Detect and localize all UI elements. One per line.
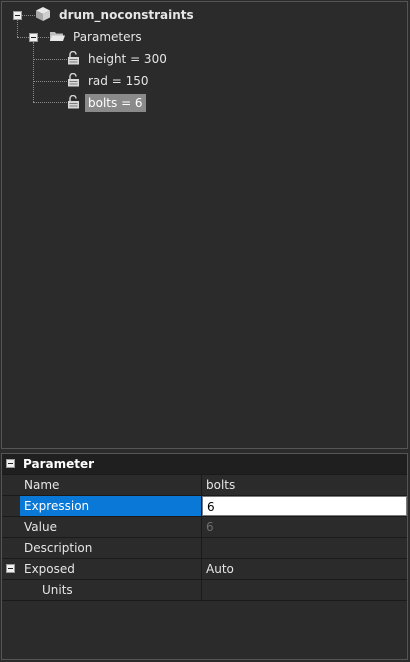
property-name: Name: [20, 475, 202, 495]
property-grid-panel: Parameter Name bolts Expression 6 Value …: [1, 453, 408, 660]
grid-gutter: [2, 580, 20, 600]
root-collapse-toggle[interactable]: [13, 11, 22, 20]
tree-connector: [17, 37, 29, 38]
tree-connector: [21, 15, 35, 16]
exposed-collapse-toggle[interactable]: [6, 564, 15, 573]
grid-gutter: [2, 517, 20, 537]
tree-connector: [33, 102, 67, 103]
property-value-units[interactable]: [202, 580, 407, 600]
folder-collapse-toggle[interactable]: [29, 33, 38, 42]
tree-connector: [33, 59, 67, 60]
tree-connector: [33, 81, 67, 82]
unlocked-padlock-icon: [67, 72, 80, 90]
property-row-description[interactable]: Description: [2, 538, 407, 559]
tree-root-label: drum_noconstraints: [59, 8, 194, 22]
tree-item-bolts[interactable]: bolts = 6: [67, 94, 146, 112]
property-value-readonly: 6: [206, 520, 214, 534]
unlocked-padlock-icon: [67, 50, 80, 68]
property-row-value[interactable]: Value 6: [2, 517, 407, 538]
model-tree-panel[interactable]: drum_noconstraints Parameters height = 3…: [1, 1, 408, 449]
app-root: drum_noconstraints Parameters height = 3…: [0, 0, 410, 662]
category-label: Parameter: [23, 457, 95, 471]
tree-item-height[interactable]: height = 300: [67, 50, 170, 68]
tree-item-label: bolts = 6: [85, 94, 146, 112]
property-value-exposed[interactable]: Auto: [202, 559, 407, 579]
property-name: Units: [20, 580, 202, 600]
property-name: Exposed: [20, 559, 202, 579]
unlocked-padlock-icon: [67, 94, 80, 112]
grid-gutter: [2, 538, 20, 558]
tree-connector: [33, 42, 34, 102]
expression-input[interactable]: 6: [202, 496, 407, 516]
tree-connector: [37, 37, 49, 38]
property-grid: Parameter Name bolts Expression 6 Value …: [2, 454, 407, 601]
category-row-parameter[interactable]: Parameter: [2, 454, 407, 475]
tree-item-label: rad = 150: [88, 74, 149, 88]
grid-gutter: [2, 454, 20, 474]
grid-gutter: [2, 475, 20, 495]
tree-root-node[interactable]: drum_noconstraints: [35, 6, 197, 24]
property-row-units[interactable]: Units: [2, 580, 407, 601]
grid-gutter: [2, 496, 20, 516]
property-row-exposed[interactable]: Exposed Auto: [2, 559, 407, 580]
property-row-name[interactable]: Name bolts: [2, 475, 407, 496]
part-cube-icon: [35, 6, 51, 25]
tree-connector: [17, 20, 18, 37]
property-name: Description: [20, 538, 202, 558]
property-name: Value: [20, 517, 202, 537]
property-name: Expression: [20, 496, 202, 516]
folder-open-icon: [49, 30, 65, 45]
property-row-expression[interactable]: Expression 6: [2, 496, 407, 517]
tree-item-rad[interactable]: rad = 150: [67, 72, 152, 90]
category-collapse-toggle[interactable]: [6, 459, 15, 468]
grid-gutter: [2, 559, 20, 579]
property-value-description[interactable]: [202, 538, 407, 558]
tree-folder-parameters[interactable]: Parameters: [49, 28, 145, 46]
tree-folder-label: Parameters: [73, 30, 142, 44]
tree-item-label: height = 300: [88, 52, 167, 66]
property-value-name[interactable]: bolts: [202, 475, 407, 495]
